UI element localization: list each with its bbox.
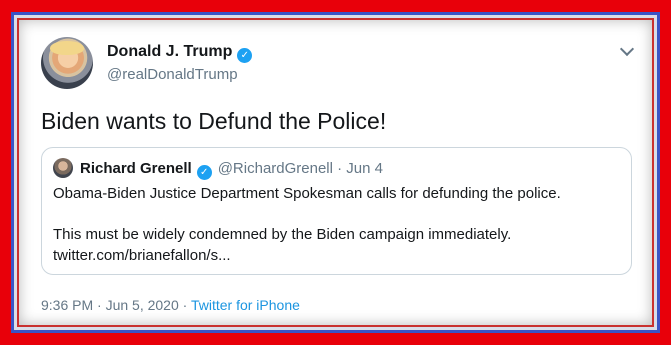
quoted-author-meta: @RichardGrenell · Jun 4 <box>217 160 383 177</box>
tweet-footer: 9:36 PM · Jun 5, 2020 · Twitter for iPho… <box>41 297 300 313</box>
tweet: Donald J. Trump ✓ @realDonaldTrump Biden … <box>19 20 652 325</box>
quoted-text-line-2: This must be widely condemned by the Bid… <box>53 226 512 243</box>
quoted-text-line-1: Obama-Biden Justice Department Spokesman… <box>53 185 561 202</box>
verified-badge-icon: ✓ <box>237 48 253 63</box>
tweet-timestamp[interactable]: 9:36 PM · Jun 5, 2020 · <box>41 297 187 313</box>
author-name-text: Donald J. Trump <box>107 43 233 60</box>
chevron-down-icon[interactable] <box>619 41 635 57</box>
verified-badge-icon: ✓ <box>196 165 212 180</box>
tweet-text: Biden wants to Defund the Police! <box>41 108 387 134</box>
avatar-hair <box>50 41 84 55</box>
quoted-author-name-text: Richard Grenell <box>80 160 192 177</box>
author-handle[interactable]: @realDonaldTrump <box>107 66 238 83</box>
tweet-source-link[interactable]: Twitter for iPhone <box>191 297 300 313</box>
quoted-link[interactable]: twitter.com/brianefallon/s... <box>53 247 231 264</box>
quoted-author-name[interactable]: Richard Grenell ✓ @RichardGrenell · Jun 4 <box>80 160 383 180</box>
tweet-card: Donald J. Trump ✓ @realDonaldTrump Biden … <box>17 18 654 327</box>
author-name[interactable]: Donald J. Trump ✓ <box>107 43 253 63</box>
quoted-author-avatar[interactable] <box>53 158 73 178</box>
author-avatar[interactable] <box>41 37 93 89</box>
quoted-tweet[interactable]: Richard Grenell ✓ @RichardGrenell · Jun 4 … <box>41 147 632 275</box>
blue-frame: Donald J. Trump ✓ @realDonaldTrump Biden … <box>11 12 660 333</box>
